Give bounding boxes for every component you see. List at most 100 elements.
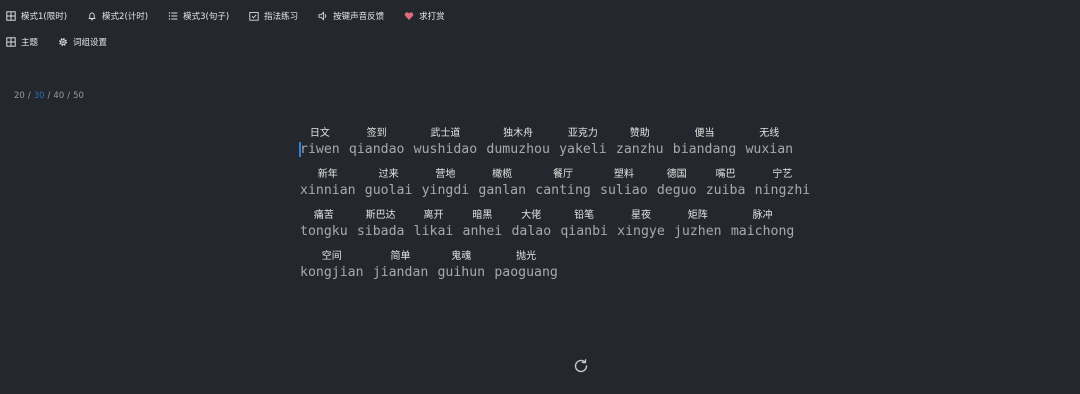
word-pinyin: wushidao (413, 142, 478, 157)
mode2-stopwatch-button[interactable]: 模式2(计时) (87, 10, 148, 22)
word-chinese: 空间 (321, 251, 342, 262)
count-option-20[interactable]: 20 (14, 91, 25, 101)
word-chinese: 星夜 (630, 210, 651, 221)
word-line: 新年 xinnian 过来 guolai 营地 yingdi 橄榄 ganlan… (300, 167, 819, 208)
word-pinyin: anhei (462, 224, 503, 239)
word-chinese: 亚克力 (567, 128, 598, 139)
word-practice-area[interactable]: 日文 riwen 签到 qiandao 武士道 wushidao 独木舟 dum… (299, 126, 819, 290)
typing-page: 模式1(限时) 模式2(计时) 模式3(句子) 指法练习 按键声音反馈 求打赏 … (0, 0, 1080, 394)
word-item: 痛苦 tongku (300, 208, 348, 249)
refresh-icon (574, 359, 588, 373)
theme-button[interactable]: 主题 (6, 36, 38, 48)
count-separator: / (27, 91, 31, 101)
phrase-settings-button[interactable]: 词组设置 (58, 36, 107, 48)
word-item: 空间 kongjian (300, 249, 364, 290)
mode3-sentence-button[interactable]: 模式3(句子) (168, 10, 229, 22)
word-line: 痛苦 tongku 斯巴达 sibada 离开 likai 暗黑 anhei 大… (300, 208, 819, 249)
word-chinese: 简单 (390, 251, 411, 262)
speaker-icon (318, 11, 328, 21)
word-chinese: 无线 (759, 128, 780, 139)
word-chinese: 日文 (309, 128, 330, 139)
word-item: 营地 yingdi (422, 167, 470, 208)
word-pinyin: sibada (356, 224, 405, 239)
word-item: 日文 riwen (299, 126, 340, 167)
word-item: 离开 likai (414, 208, 454, 249)
word-item: 亚克力 yakeli (559, 126, 607, 167)
word-item: 签到 qiandao (349, 126, 405, 167)
word-chinese: 痛苦 (313, 210, 334, 221)
count-option-40[interactable]: 40 (53, 91, 64, 101)
word-chinese: 武士道 (430, 128, 461, 139)
word-chinese: 斯巴达 (365, 210, 396, 221)
word-item: 嘴巴 zuiba (706, 167, 746, 208)
word-item: 德国 deguo (657, 167, 697, 208)
word-chinese: 大佬 (521, 210, 542, 221)
word-item: 星夜 xingye (617, 208, 665, 249)
word-chinese: 脉冲 (752, 210, 773, 221)
grid-icon (6, 37, 16, 47)
word-pinyin: likai (413, 224, 454, 239)
word-chinese: 签到 (366, 128, 387, 139)
mode3-label: 模式3(句子) (183, 12, 230, 22)
word-item: 独木舟 dumuzhou (486, 126, 550, 167)
mode-toolbar: 模式1(限时) 模式2(计时) 模式3(句子) 指法练习 按键声音反馈 求打赏 (6, 8, 465, 24)
word-chinese: 宁艺 (772, 169, 793, 180)
word-pinyin: qiandao (348, 142, 405, 157)
word-pinyin: deguo (656, 183, 697, 198)
checkbox-icon (249, 11, 259, 21)
word-pinyin: xingye (617, 224, 665, 239)
word-pinyin: zanzhu (615, 142, 664, 157)
word-pinyin: riwen (299, 141, 340, 158)
word-line: 空间 kongjian 简单 jiandan 鬼魂 guihun 抛光 paog… (300, 249, 819, 290)
phrase-settings-label: 词组设置 (73, 38, 108, 48)
word-pinyin: ganlan (478, 183, 527, 198)
word-pinyin: wuxian (745, 142, 794, 157)
word-item: 宁艺 ningzhi (755, 167, 811, 208)
word-chinese: 鬼魂 (451, 251, 472, 262)
count-separator: / (47, 91, 51, 101)
word-chinese: 营地 (435, 169, 456, 180)
word-chinese: 暗黑 (472, 210, 493, 221)
donate-button[interactable]: 求打赏 (404, 10, 445, 22)
word-item: 矩阵 juzhen (674, 208, 722, 249)
fingering-practice-button[interactable]: 指法练习 (249, 10, 298, 22)
refresh-button[interactable] (573, 358, 589, 374)
word-pinyin: juzhen (673, 224, 722, 239)
word-pinyin: kongjian (300, 265, 364, 280)
word-pinyin: maichong (730, 224, 795, 239)
word-chinese: 赞助 (629, 128, 650, 139)
mode2-label: 模式2(计时) (102, 12, 149, 22)
mode1-timed-button[interactable]: 模式1(限时) (6, 10, 67, 22)
grid-icon (6, 11, 16, 21)
typing-cursor (299, 142, 301, 157)
word-item: 赞助 zanzhu (616, 126, 664, 167)
word-pinyin: guolai (364, 183, 413, 198)
word-count-selector: 20 / 30 / 40 / 50 (14, 91, 84, 101)
word-item: 武士道 wushidao (414, 126, 478, 167)
word-pinyin: biandang (672, 142, 737, 157)
word-pinyin: canting (535, 183, 591, 198)
word-item: 大佬 dalao (511, 208, 551, 249)
word-chinese: 矩阵 (687, 210, 708, 221)
word-item: 暗黑 anhei (463, 208, 503, 249)
count-option-30[interactable]: 30 (34, 91, 45, 101)
heart-icon (404, 11, 414, 21)
word-pinyin: zuiba (705, 183, 746, 198)
key-sound-toggle[interactable]: 按键声音反馈 (318, 10, 384, 22)
word-chinese: 嘴巴 (715, 169, 736, 180)
word-item: 新年 xinnian (300, 167, 356, 208)
fingering-label: 指法练习 (264, 12, 299, 22)
word-pinyin-text: riwen (300, 142, 340, 157)
list-icon (168, 11, 178, 21)
word-chinese: 过来 (378, 169, 399, 180)
word-pinyin: dumuzhou (486, 142, 550, 157)
word-pinyin: dalao (511, 224, 552, 239)
word-pinyin: paoguang (494, 265, 558, 280)
theme-label: 主题 (21, 38, 39, 48)
word-pinyin: yingdi (421, 183, 470, 198)
count-option-50[interactable]: 50 (73, 91, 84, 101)
settings-toolbar: 主题 词组设置 (6, 34, 127, 50)
word-item: 斯巴达 sibada (357, 208, 405, 249)
word-item: 简单 jiandan (373, 249, 429, 290)
word-pinyin: tongku (300, 224, 348, 239)
